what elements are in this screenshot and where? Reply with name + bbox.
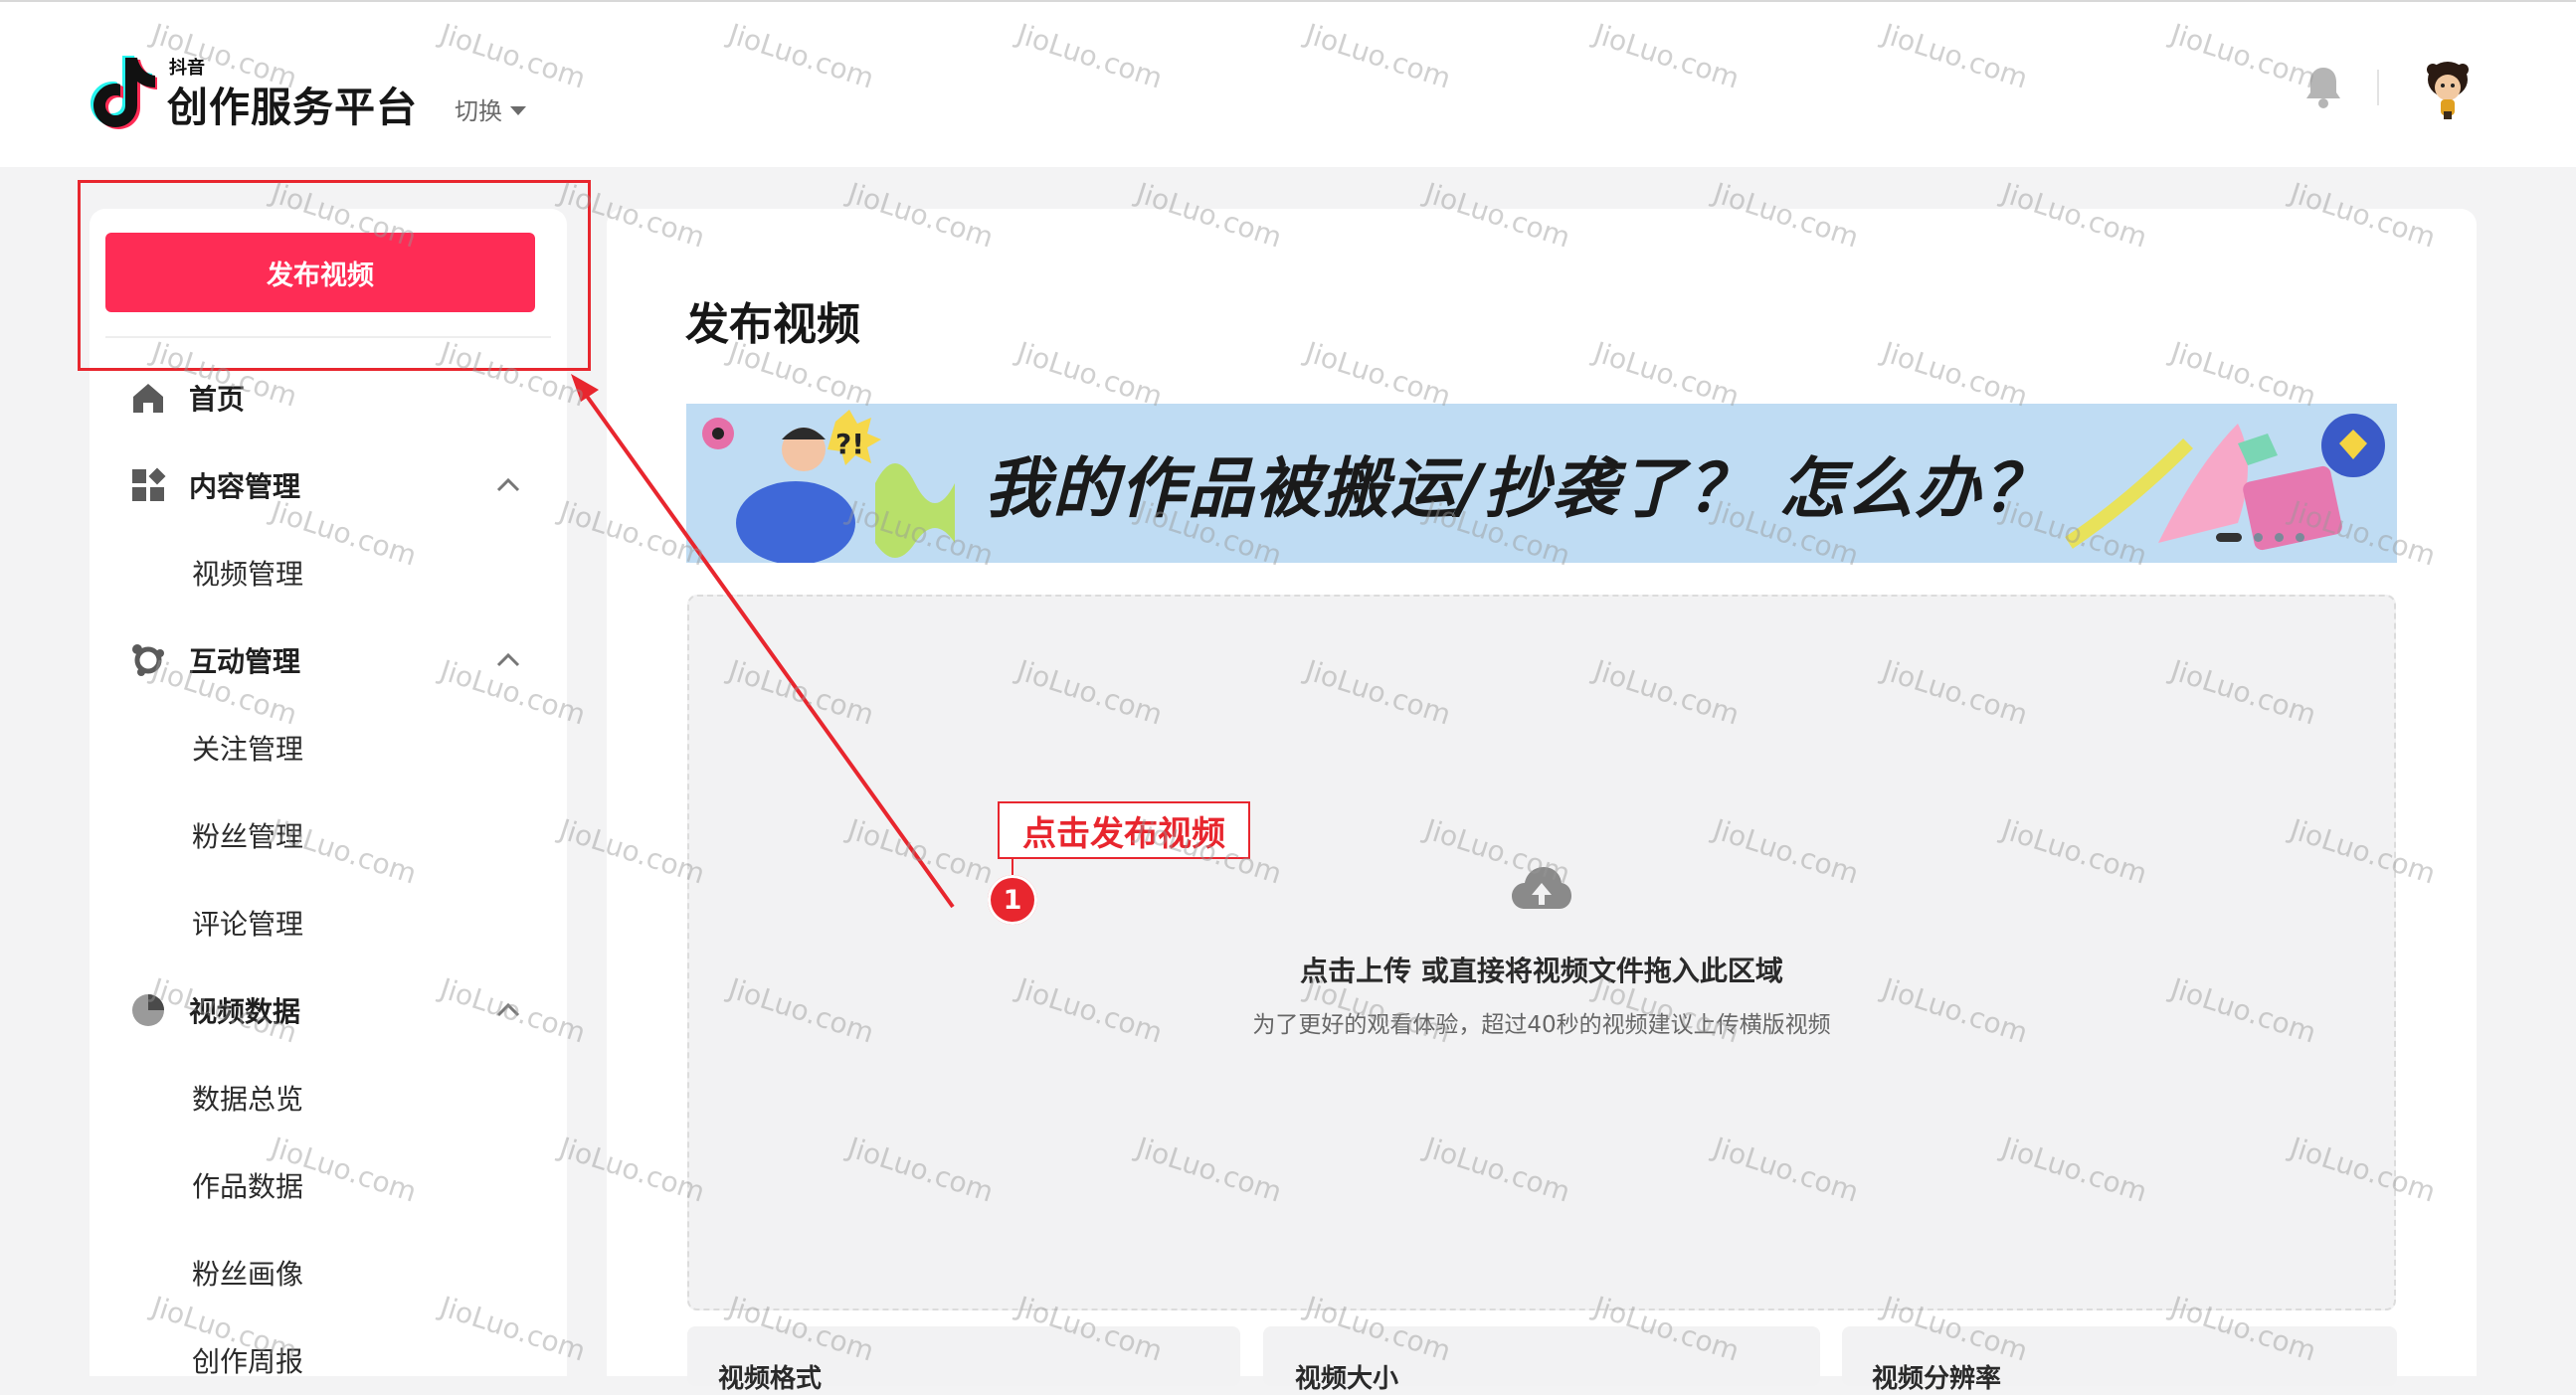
sidebar-subitem-fans-manage[interactable]: 粉丝管理 [192,815,303,855]
upload-secondary-text: 为了更好的观看体验，超过40秒的视频建议上传横版视频 [1252,1012,1831,1038]
sidebar-subitem-follow-manage[interactable]: 关注管理 [192,728,303,768]
home-icon [133,384,163,413]
sidebar-subitem-weekly-report[interactable]: 创作周报 [192,1340,303,1380]
interaction-icon [132,644,164,676]
pie-chart-icon [132,994,164,1026]
caret-down-icon [510,105,526,115]
chevron-up-icon[interactable] [493,470,523,500]
sidebar-subitem-video-manage[interactable]: 视频管理 [192,553,303,593]
switch-label: 切换 [455,97,502,125]
avatar[interactable] [2419,56,2477,121]
sidebar-item-label: 互动管理 [189,645,301,678]
sidebar-subitem-comment-manage[interactable]: 评论管理 [192,903,303,943]
chevron-up-icon[interactable] [493,995,523,1025]
top-header: 抖音 创作服务平台 切换 [0,0,2576,167]
sidebar-item-label: 首页 [189,383,246,416]
svg-text:?!: ?! [835,428,864,460]
sidebar-item-label: 内容管理 [189,470,301,503]
douyin-logo-icon[interactable] [86,52,157,129]
page-title: 发布视频 [685,299,860,350]
sidebar-item-label: 视频数据 [189,995,301,1028]
sidebar-item-content[interactable]: 内容管理 [129,465,300,505]
bell-icon[interactable] [2303,64,2343,109]
sidebar-item-video-data[interactable]: 视频数据 [129,990,300,1030]
spec-title-format: 视频格式 [718,1364,823,1394]
switch-dropdown[interactable]: 切换 [455,91,526,126]
banner-dot-active[interactable] [2216,533,2242,542]
annotation-label: 点击发布视频 [998,801,1250,859]
header-divider [2377,70,2379,105]
sidebar-subitem-fans-profile[interactable]: 粉丝画像 [192,1253,303,1293]
spec-title-size: 视频大小 [1295,1364,1399,1394]
banner-pagination[interactable] [2216,533,2304,542]
upload-primary-text: 点击上传 或直接将视频文件拖入此区域 [1300,955,1783,987]
grid-icon [132,467,166,501]
sidebar-item-interaction[interactable]: 互动管理 [129,640,300,680]
spec-title-resolution: 视频分辨率 [1872,1364,2002,1394]
annotation-highlight-box [78,180,591,371]
banner-headline: 我的作品被搬运/抄袭了？ 怎么办？ [985,450,2051,527]
banner-dot[interactable] [2254,533,2263,542]
logo-title[interactable]: 创作服务平台 [167,74,418,133]
banner-dot[interactable] [2275,533,2284,542]
sidebar-item-home[interactable]: 首页 [129,378,245,418]
cloud-upload-icon[interactable] [1511,865,1572,915]
chevron-up-icon[interactable] [493,645,523,675]
sidebar-subitem-works-data[interactable]: 作品数据 [192,1165,303,1205]
annotation-step-badge: 1 [988,875,1037,925]
banner-dot[interactable] [2296,533,2304,542]
sidebar-subitem-data-overview[interactable]: 数据总览 [192,1078,303,1118]
